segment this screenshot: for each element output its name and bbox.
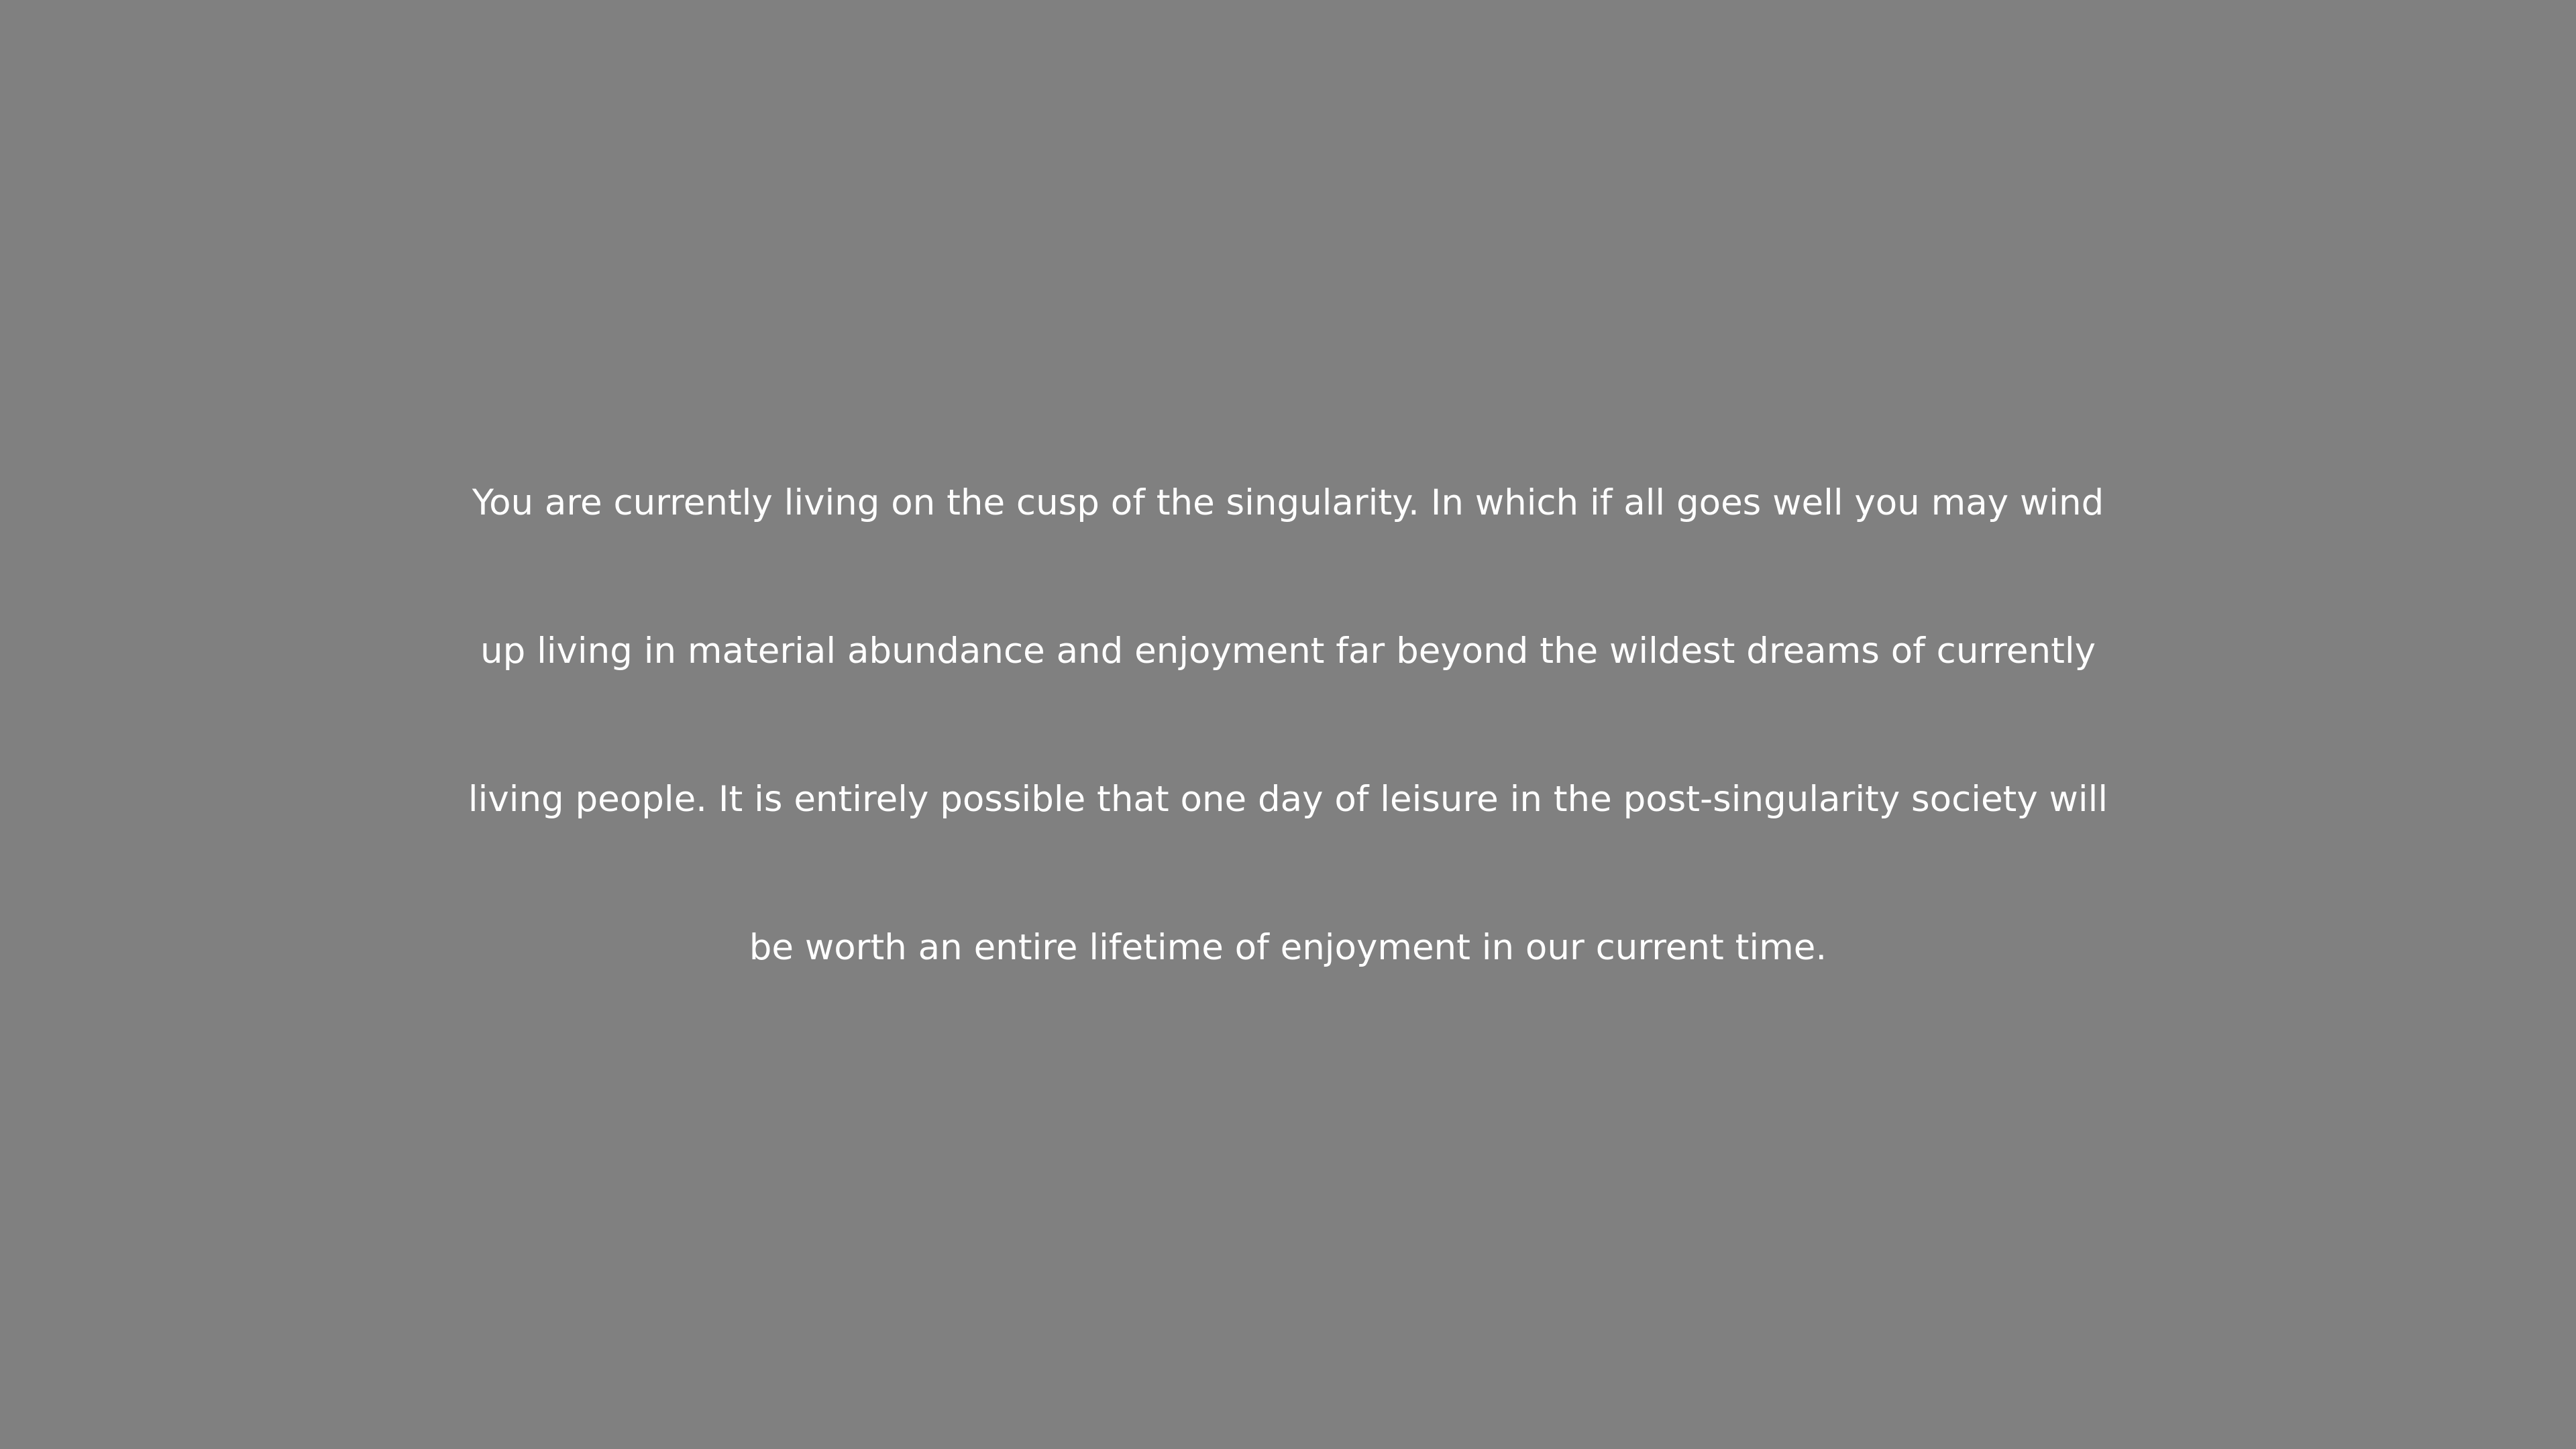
message-line-1: You are currently living on the cusp of … bbox=[472, 482, 2104, 523]
message-line-4: be worth an entire lifetime of enjoyment… bbox=[749, 927, 1827, 968]
message-line-2: up living in material abundance and enjo… bbox=[480, 631, 2096, 672]
screen: You are currently living on the cusp of … bbox=[0, 0, 2576, 1449]
message-line-3: living people. It is entirely possible t… bbox=[468, 779, 2108, 820]
message-text-block: You are currently living on the cusp of … bbox=[0, 0, 2576, 1449]
